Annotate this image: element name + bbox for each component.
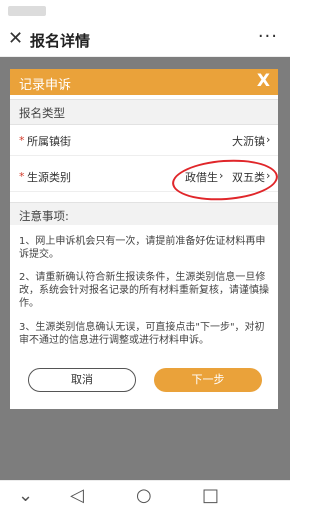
row-street-label: 所属镇街 (27, 135, 71, 148)
dialog-header: 记录申诉 X (10, 69, 278, 95)
required-star: * (19, 134, 25, 147)
note-item: 3、生源类别信息确认无误，可直接点击"下一步"，对初审不通过的信息进行调整或进行… (19, 322, 265, 346)
row-street[interactable]: * 所属镇街 大沥镇 › (10, 125, 278, 156)
page-title: 报名详情 (30, 32, 91, 50)
row-street-value: 大沥镇 (232, 135, 265, 148)
system-nav-bar: ⌄ ◁ ○ □ (0, 480, 290, 516)
required-star: * (19, 170, 25, 183)
note-item: 2、请重新确认符合新生报读条件，生源类别信息一旦修改，系统会针对报名记录的所有材… (19, 272, 269, 309)
close-icon[interactable]: ✕ (8, 28, 23, 50)
home-circle-icon[interactable]: ○ (136, 485, 152, 506)
more-menu-icon[interactable]: ··· (258, 26, 278, 47)
note-item: 1、网上申诉机会只有一次，请提前准备好佐证材料再申诉提交。 (19, 236, 266, 260)
dialog-title: 记录申诉 (19, 78, 72, 93)
section-enroll-type: 报名类型 (10, 99, 278, 125)
status-bar (0, 0, 290, 22)
appeal-dialog: 记录申诉 X 报名类型 * 所属镇街 大沥镇 › * 生源类别 政借生 › 双五… (10, 69, 278, 409)
status-bar-indicators (8, 6, 46, 16)
notes-title: 注意事项: (19, 209, 69, 223)
chevron-down-icon[interactable]: ⌄ (18, 485, 33, 506)
next-step-button[interactable]: 下一步 (154, 368, 262, 392)
top-nav-bar: ✕ 报名详情 ··· (0, 22, 290, 57)
recent-square-icon[interactable]: □ (202, 485, 219, 506)
section-enroll-type-label: 报名类型 (19, 106, 65, 120)
dialog-close-button[interactable]: X (257, 71, 270, 91)
back-triangle-icon[interactable]: ◁ (70, 485, 84, 506)
row-source-label: 生源类别 (27, 171, 71, 184)
cancel-button[interactable]: 取消 (28, 368, 136, 392)
notes-area: 1、网上申诉机会只有一次，请提前准备好佐证材料再申诉提交。 2、请重新确认符合新… (10, 225, 278, 346)
chevron-right-icon: › (266, 133, 271, 146)
